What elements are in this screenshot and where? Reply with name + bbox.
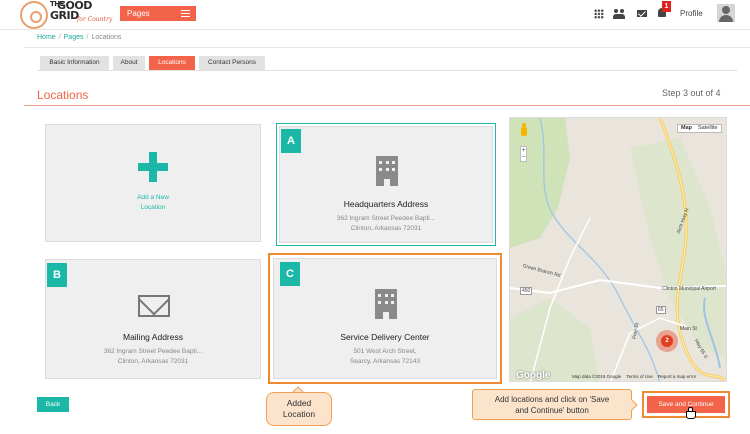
- tab-divider: [37, 70, 737, 71]
- map-marker-cluster[interactable]: 2: [656, 330, 678, 352]
- users-icon[interactable]: [613, 9, 625, 19]
- logo-icon[interactable]: [20, 1, 48, 29]
- back-button[interactable]: Back: [37, 397, 69, 412]
- add-location-card[interactable]: Add a New Location: [45, 124, 261, 242]
- notification-badge: 1: [662, 1, 671, 12]
- tab-contact-persons[interactable]: Contact Persons: [199, 56, 265, 70]
- zoom-out-button[interactable]: −: [521, 154, 526, 161]
- card-letter-c: C: [280, 262, 300, 286]
- map-terms-link[interactable]: Terms of Use: [626, 374, 653, 379]
- callout-line2: Location: [282, 409, 316, 419]
- plus-icon: [138, 152, 168, 182]
- headquarters-card[interactable]: A Headquarters Address 362 Ingram Street…: [279, 126, 493, 243]
- instruction-callout: Add locations and click on 'Save and Con…: [472, 389, 632, 420]
- envelope-icon: [138, 295, 170, 317]
- card-title: Service Delivery Center: [340, 332, 430, 342]
- pages-label: Pages: [127, 9, 150, 18]
- map-label-main-st: Main St: [680, 326, 697, 332]
- tab-basic-information[interactable]: Basic Information: [40, 56, 109, 70]
- card-address-line2: Clinton, Arkansas 72031: [117, 358, 189, 365]
- card-title: Headquarters Address: [343, 199, 429, 209]
- profile-link[interactable]: Profile: [680, 9, 703, 18]
- location-map[interactable]: + − Map Satellite Arch Hwy N Green Branch…: [509, 117, 727, 382]
- breadcrumb-current: Locations: [91, 34, 122, 41]
- add-location-line2: Location: [140, 204, 166, 211]
- tab-about[interactable]: About: [113, 56, 145, 70]
- instruction-line2: and Continue' button: [515, 406, 589, 415]
- map-type-satellite[interactable]: Satellite: [695, 125, 721, 132]
- avatar[interactable]: [717, 4, 735, 22]
- brand-logo[interactable]: THE GOOD GRID: [50, 0, 92, 28]
- brand-tagline: for Country: [77, 16, 113, 23]
- instruction-line1: Add locations and click on 'Save: [494, 395, 610, 404]
- breadcrumb: Home / Pages / Locations: [37, 34, 121, 41]
- card-address-line2: Clinton, Arkansas 72031: [350, 225, 422, 232]
- mailing-card[interactable]: B Mailing Address 362 Ingram Street Peed…: [45, 259, 261, 379]
- map-report-link[interactable]: Report a map error: [658, 374, 696, 379]
- tab-locations[interactable]: Locations: [149, 56, 195, 70]
- card-address-line1: 501 West Arch Street,: [353, 348, 417, 355]
- breadcrumb-pages[interactable]: Pages: [64, 34, 84, 41]
- grid-icon[interactable]: [594, 9, 604, 19]
- card-address-line1: 362 Ingram Street Peedee Bapti...: [336, 215, 436, 222]
- added-location-callout: Added Location: [266, 392, 332, 426]
- map-type-toggle[interactable]: Map Satellite: [677, 124, 722, 133]
- add-location-line1: Add a New: [137, 194, 169, 201]
- title-divider: [24, 105, 750, 106]
- hamburger-icon: [181, 10, 190, 17]
- pages-dropdown-button[interactable]: Pages: [120, 6, 196, 21]
- card-address-line2: Searcy, Arkansas 72143: [350, 358, 420, 365]
- map-footer: Map data ©2015 Google Terms of Use Repor…: [572, 374, 696, 379]
- mail-icon[interactable]: [637, 10, 647, 17]
- marker-count: 2: [661, 335, 673, 347]
- divider: [24, 47, 750, 48]
- top-header: THE GOOD GRID for Country Pages 1 Profil…: [0, 0, 750, 30]
- map-label-route-65: 65: [656, 306, 666, 314]
- map-data-credit: Map data ©2015 Google: [572, 374, 622, 379]
- building-icon: [375, 289, 397, 319]
- step-indicator: Step 3 out of 4: [662, 88, 721, 98]
- callout-line1: Added: [286, 398, 312, 408]
- map-label-city: Clinton Municipal Airport: [662, 286, 716, 292]
- zoom-control[interactable]: + −: [520, 146, 527, 162]
- card-title: Mailing Address: [122, 332, 183, 342]
- card-address-line1: 362 Ingram Street Peedee Bapti...: [103, 348, 203, 355]
- breadcrumb-separator: /: [86, 34, 89, 41]
- service-delivery-card[interactable]: C Service Delivery Center 501 West Arch …: [273, 258, 497, 379]
- map-label-route-450: 450: [520, 287, 533, 295]
- street-view-pegman-icon[interactable]: [520, 123, 528, 137]
- breadcrumb-home[interactable]: Home: [37, 34, 56, 41]
- google-logo: Google: [516, 370, 551, 381]
- zoom-in-button[interactable]: +: [521, 147, 526, 154]
- building-icon: [376, 156, 398, 186]
- breadcrumb-separator: /: [58, 34, 61, 41]
- hand-cursor-icon: [686, 407, 696, 419]
- card-letter-a: A: [281, 129, 301, 153]
- section-title: Locations: [37, 88, 89, 102]
- map-type-map[interactable]: Map: [678, 125, 695, 132]
- card-letter-b: B: [47, 263, 67, 287]
